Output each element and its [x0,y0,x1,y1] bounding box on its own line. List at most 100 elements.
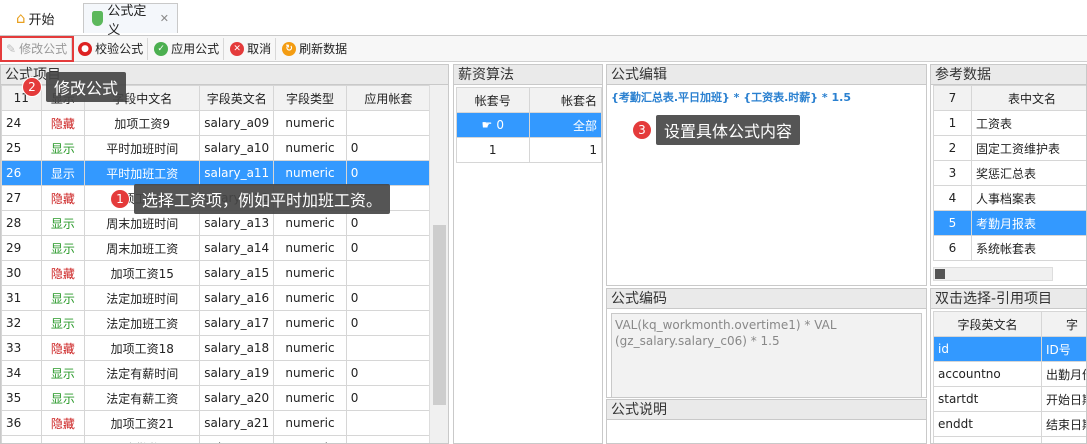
row-no: 35 [1,385,42,411]
row-no: 37 [1,435,42,443]
row-ref-no: 6 [933,235,972,261]
row-account: 0 [345,160,432,186]
tab-formula-label: 公式定义 [107,3,147,38]
table-row[interactable]: id ID号 [933,336,1086,362]
row-visibility[interactable]: 显示 [40,135,86,161]
row-ref-cn: 工号 [1041,436,1086,443]
table-row[interactable]: 5 考勤月报表 [933,210,1086,236]
tab-home[interactable]: ⌂ 开始 [8,3,78,33]
row-no: 36 [1,410,42,436]
formula-items-scrollbar[interactable] [429,85,448,443]
row-visibility[interactable]: 显示 [40,385,86,411]
table-row[interactable]: 34 显示 法定有薪时间 salary_a19 numeric 0 [1,360,432,386]
verify-formula-button[interactable]: ● 校验公式 [74,37,149,60]
col-type: 字段类型 [273,85,347,111]
scroll-thumb[interactable] [433,225,446,405]
tab-formula-definition[interactable]: 公式定义 ✕ [83,3,178,38]
row-cn-name: 法定有薪工资 [84,385,201,411]
row-ref-cn: 出勤月份 [1041,361,1086,387]
row-type: numeric [273,335,347,361]
table-row[interactable]: ☛ 0 全部 [456,112,602,138]
table-row[interactable]: 3 奖惩汇总表 [933,160,1086,186]
row-en-name: salary_a16 [199,285,275,311]
refresh-data-button[interactable]: ↻ 刷新数据 [278,38,351,60]
row-ref-name: 系统帐套表 [971,235,1086,261]
row-type: numeric [273,285,347,311]
row-account: 0 [345,285,432,311]
row-account: 0 [345,435,432,443]
wrench-icon: ✎ [6,41,17,56]
reference-hscrollbar[interactable] [933,267,1053,281]
table-row[interactable]: 28 显示 周末加班时间 salary_a13 numeric 0 [1,210,432,236]
algorithm-table: 帐套号 帐套名 ☛ 0 全部 1 1 [456,87,602,163]
table-row[interactable]: 35 显示 法定有薪工资 salary_a20 numeric 0 [1,385,432,411]
table-row[interactable]: 30 隐藏 加项工资15 salary_a15 numeric [1,260,432,286]
row-visibility[interactable]: 显示 [40,210,86,236]
refresh-data-label: 刷新数据 [299,42,348,56]
row-visibility[interactable]: 显示 [40,435,86,443]
table-row[interactable]: 6 系统帐套表 [933,235,1086,261]
table-row[interactable]: 1 工资表 [933,110,1086,136]
row-en-name: salary_a14 [199,235,275,261]
callout-1: 1 选择工资项，例如平时加班工资。 [110,184,391,214]
row-account-no-value: 0 [496,118,504,132]
col-account: 应用帐套 [345,85,432,111]
close-icon[interactable]: ✕ [160,12,169,25]
row-ref-no: 3 [933,160,972,186]
formula-edit-input[interactable]: {考勤汇总表.平日加班} * {工资表.时薪} * 1.5 [607,85,926,109]
col-en-name: 字段英文名 [199,85,275,111]
row-ref-en: id [933,336,1042,362]
row-type: numeric [273,410,347,436]
row-visibility[interactable]: 显示 [40,360,86,386]
row-account-no: ☛ 0 [456,112,530,138]
row-visibility[interactable]: 隐藏 [40,185,86,211]
table-row[interactable]: 2 固定工资维护表 [933,135,1086,161]
formula-code-title: 公式编码 [607,289,926,309]
table-row[interactable]: 25 显示 平时加班时间 salary_a10 numeric 0 [1,135,432,161]
table-row[interactable]: 4 人事档案表 [933,185,1086,211]
formula-items-panel: 公式项目 11 显示 字段中文名 字段英文名 字段类型 应用帐套 24隐藏加项工… [0,64,449,444]
formula-code-panel: 公式编码 VAL(kq_workmonth.overtime1) * VAL (… [606,288,927,398]
row-cn-name: 周末加班工资 [84,235,201,261]
row-no: 29 [1,235,42,261]
table-row[interactable]: 31 显示 法定加班时间 salary_a16 numeric 0 [1,285,432,311]
row-cn-name: 法定加班工资 [84,310,201,336]
table-row[interactable]: 36 隐藏 加项工资21 salary_a21 numeric [1,410,432,436]
row-ref-name: 人事档案表 [971,185,1086,211]
table-row[interactable]: 29 显示 周末加班工资 salary_a14 numeric 0 [1,235,432,261]
table-row[interactable]: 24 隐藏 加项工资9 salary_a09 numeric [1,110,432,136]
table-row[interactable]: 26 显示 平时加班工资 salary_a11 numeric 0 [1,160,432,186]
row-visibility[interactable]: 隐藏 [40,335,86,361]
row-visibility[interactable]: 显示 [40,160,86,186]
ref-items-header: 字段英文名 字 [933,311,1086,337]
row-visibility[interactable]: 显示 [40,235,86,261]
col-account-no: 帐套号 [456,87,530,113]
apply-formula-button[interactable]: ✓ 应用公式 [150,37,225,60]
hscroll-thumb[interactable] [935,269,945,279]
table-row[interactable]: 33 隐藏 加项工资18 salary_a18 numeric [1,335,432,361]
row-visibility[interactable]: 显示 [40,310,86,336]
shield-icon [92,11,104,26]
row-account-name: 全部 [528,112,602,138]
row-cn-name: 加项工资15 [84,260,201,286]
table-row[interactable]: startdt开始日期 [933,386,1086,412]
refresh-icon: ↻ [282,41,297,56]
table-row[interactable]: 11 [456,137,602,163]
table-row[interactable]: accountno出勤月份 [933,361,1086,387]
row-visibility[interactable]: 显示 [40,285,86,311]
row-visibility[interactable]: 隐藏 [40,260,86,286]
table-row[interactable]: 37显示全勤奖salary_a22numeric0 [1,435,432,443]
modify-formula-button[interactable]: ✎ 修改公式 [0,35,75,62]
table-row[interactable]: enddt结束日期 [933,411,1086,437]
row-visibility[interactable]: 隐藏 [40,410,86,436]
callout-1-badge: 1 [110,189,130,209]
table-row[interactable]: empno工号 [933,436,1086,443]
row-no: 24 [1,110,42,136]
table-row[interactable]: 32 显示 法定加班工资 salary_a17 numeric 0 [1,310,432,336]
apply-formula-label: 应用公式 [171,42,220,56]
row-account: 0 [345,235,432,261]
cancel-button[interactable]: ✕ 取消 [226,37,277,60]
row-account: 0 [345,310,432,336]
row-visibility[interactable]: 隐藏 [40,110,86,136]
col-account-name: 帐套名 [528,87,602,113]
